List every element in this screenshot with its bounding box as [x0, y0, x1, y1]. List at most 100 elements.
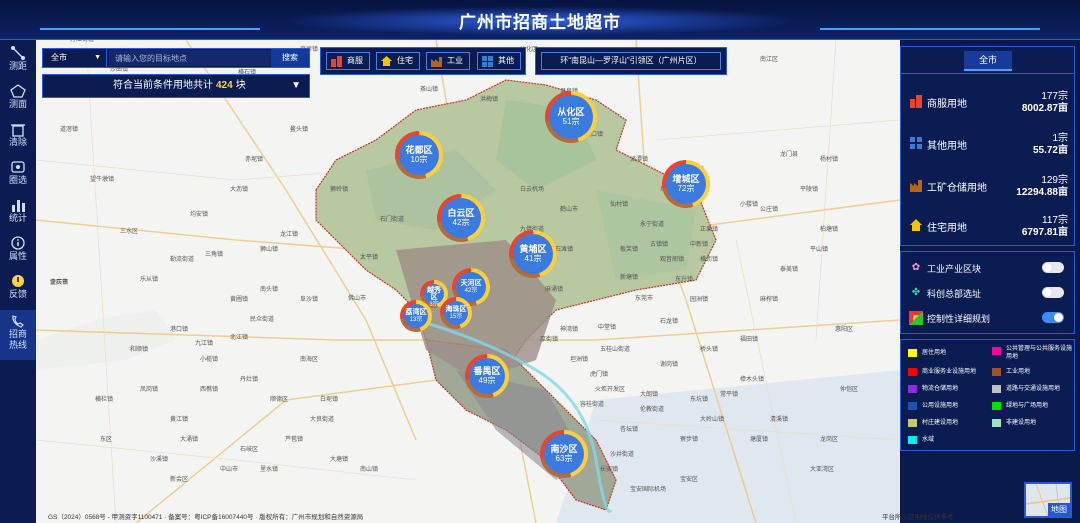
place-label: 乐从镇 — [140, 277, 159, 283]
stat-label: 商服用地 — [927, 99, 967, 110]
legend-label: 水域 — [922, 437, 935, 443]
place-label: 企石镇 — [50, 280, 69, 286]
stat-other[interactable]: 其他用地 1宗 55.72亩 — [901, 125, 1074, 165]
place-label: 白云机场 — [520, 187, 545, 193]
stat-industrial[interactable]: 工矿仓储用地 129宗 12294.88亩 — [901, 167, 1074, 207]
toggle-switch[interactable] — [1042, 287, 1064, 298]
tool-label: 圈选 — [8, 175, 27, 185]
district-name: 南沙区 — [550, 444, 578, 454]
stat-commercial[interactable]: 商服用地 177宗 8002.87亩 — [901, 83, 1074, 123]
place-label: 沙溪镇 — [150, 457, 169, 463]
legend-label: 商业服务业设施用地 — [922, 369, 977, 375]
search-button[interactable]: 搜索 — [271, 49, 309, 67]
place-label: 均安镇 — [190, 212, 209, 218]
city-select[interactable]: 全市 ▼ — [43, 49, 107, 67]
place-label: 东区 — [100, 437, 113, 443]
result-count: 424 — [216, 80, 233, 91]
place-label: 虎门镇 — [590, 372, 609, 378]
district-cluster[interactable]: 南沙区 63宗 — [540, 430, 588, 478]
header-bar: 广州市招商土地超市 — [0, 0, 1080, 40]
layer-zoning-plan[interactable]: 控制性详细规划 — [901, 306, 1074, 330]
place-label: 和顺镇 — [130, 347, 149, 353]
tool-label: 测面 — [8, 99, 27, 109]
category-residential[interactable]: 住宅 — [376, 52, 420, 70]
category-commercial[interactable]: 商服 — [326, 52, 370, 70]
district-core: 花都区 10宗 — [399, 135, 439, 175]
legend-swatch — [992, 402, 1001, 410]
district-cluster[interactable]: 黄埔区 41宗 — [509, 230, 557, 278]
place-label: 古镇镇 — [650, 242, 669, 248]
district-cluster[interactable]: 海珠区 15宗 — [440, 297, 472, 329]
district-cluster[interactable]: 花都区 10宗 — [395, 131, 443, 179]
search-input[interactable] — [109, 50, 271, 66]
district-cluster[interactable]: 白云区 42宗 — [437, 194, 485, 242]
district-name: 番禺区 — [473, 366, 501, 376]
place-label: 赤坭镇 — [245, 157, 264, 163]
district-count: 42宗 — [452, 218, 470, 227]
tool-measure-distance[interactable]: 测距 — [0, 42, 36, 80]
toggle-switch[interactable] — [1042, 312, 1064, 323]
result-suffix: 块 — [235, 80, 246, 91]
place-label: 龙岗区 — [820, 437, 839, 443]
layer-industry-block[interactable]: ✿ 工业产业区块 — [901, 256, 1074, 280]
tool-measure-area[interactable]: 测面 — [0, 80, 36, 118]
layer-hq-site[interactable]: ✤ 科创总部选址 — [901, 281, 1074, 305]
category-industrial[interactable]: 工业 — [426, 52, 470, 70]
toggle-knob — [1054, 313, 1063, 322]
district-name: 花都区 — [405, 145, 433, 155]
place-label: 大朗镇 — [640, 392, 659, 398]
district-count: 42宗 — [464, 288, 478, 294]
layer-label: 科创总部选址 — [927, 289, 982, 299]
legend-label: 公共管理与公共服务设施用地 — [1006, 346, 1073, 360]
tool-clear[interactable]: 清除 — [0, 118, 36, 156]
place-label: 宝安国际机场 — [630, 487, 667, 493]
district-cluster[interactable]: 荔湾区 13宗 — [400, 300, 432, 332]
legend-swatch — [908, 368, 917, 376]
place-label: 沙井街道 — [610, 452, 635, 458]
tool-feedback[interactable]: 反馈 — [0, 270, 36, 308]
tab-city-all[interactable]: 全市 — [964, 51, 1012, 71]
place-label: 小榄镇 — [200, 357, 219, 363]
map-canvas[interactable]: 肇庆市 佛山市 东莞市 横石镇 九江镇 三水区 北江镇 石滩镇 新塘镇 中堂镇 石龙镇 麻涌镇 塘厦镇清… — [36, 40, 900, 523]
legend-label: 非建设用地 — [1006, 420, 1037, 426]
place-label: 伦教街道 — [640, 407, 665, 413]
stat-residential[interactable]: 住宅用地 117宗 6797.81亩 — [901, 207, 1074, 247]
place-label: 鹤山市 — [560, 207, 579, 213]
result-count-bar[interactable]: 符合当前条件用地共计 424 块 ▼ — [42, 74, 310, 98]
district-cluster[interactable]: 增城区 72宗 — [662, 160, 710, 208]
tool-lasso-select[interactable]: 圈选 — [0, 156, 36, 194]
basemap-switcher[interactable]: 地图 — [1024, 482, 1072, 518]
place-label: 麻涌镇 — [545, 287, 564, 293]
district-name: 白云区 — [447, 208, 475, 218]
category-filter: 商服 住宅 工业 其他 — [320, 47, 526, 75]
place-label: 仙村镇 — [610, 202, 629, 208]
place-label: 东莞市 — [635, 296, 654, 302]
place-label: 泰美镇 — [780, 267, 799, 273]
toggle-switch[interactable] — [1042, 262, 1064, 273]
place-label: 大岭山镇 — [700, 417, 725, 423]
district-cluster[interactable]: 番禺区 49宗 — [465, 354, 509, 398]
place-label: 西樵镇 — [200, 387, 219, 393]
shop-icon — [331, 56, 342, 67]
place-label: 丹灶镇 — [240, 377, 259, 383]
ring-zone-button[interactable]: 环“南昆山—罗浮山”引领区（广州片区） — [541, 52, 721, 70]
factory-icon — [910, 180, 922, 192]
district-core: 海珠区 15宗 — [444, 301, 468, 325]
place-label: 三水区 — [120, 229, 139, 235]
place-label: 福田镇 — [740, 337, 759, 343]
tool-statistics[interactable]: 统计 — [0, 194, 36, 232]
place-label: 寮步镇 — [680, 437, 699, 443]
place-label: 狮山镇 — [260, 247, 279, 253]
tool-attributes[interactable]: 属性 — [0, 232, 36, 270]
place-label: 清溪镇 — [770, 417, 789, 423]
place-label: 中新镇 — [690, 242, 709, 248]
place-label: 龙江镇 — [280, 232, 299, 238]
chevron-down-icon: ▼ — [94, 54, 101, 61]
place-label: 石龙镇 — [660, 319, 679, 325]
tool-investment-hotline[interactable]: 招商 热线 — [0, 310, 36, 360]
place-label: 东坑镇 — [690, 397, 709, 403]
place-label: 勒流街道 — [170, 257, 195, 263]
lasso-icon — [11, 161, 25, 173]
category-other[interactable]: 其他 — [477, 52, 521, 70]
district-cluster[interactable]: 从化区 51宗 — [545, 91, 597, 143]
